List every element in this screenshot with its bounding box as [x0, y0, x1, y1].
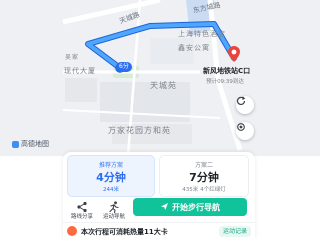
calorie-badge-icon: [67, 226, 77, 236]
sport-nav-label: 运动导航: [102, 214, 125, 220]
start-walk-navigation-label: 开始步行导航: [172, 202, 220, 212]
gaode-logo-icon: [12, 140, 19, 148]
calorie-text: 本次行程可消耗热量11大卡: [81, 228, 168, 236]
calorie-banner[interactable]: 本次行程可消耗热量11大卡 运动记录: [63, 222, 255, 240]
route-share-button[interactable]: 路线分享: [69, 198, 95, 220]
locate-button[interactable]: [236, 122, 254, 140]
start-walk-navigation-button[interactable]: 开始步行导航: [133, 198, 247, 216]
plan-card-recommended[interactable]: 推荐方案 4分钟 244米: [67, 155, 155, 197]
plan-duration: 7分钟: [189, 171, 219, 184]
plan-distance: 435米 4个红绿灯: [160, 185, 248, 193]
plan-tag: 方案二: [194, 162, 213, 169]
map-provider-logo: 高德地图: [12, 139, 49, 149]
refresh-route-button[interactable]: [236, 96, 254, 114]
sport-nav-button[interactable]: 运动导航: [101, 198, 127, 220]
sport-record-link[interactable]: 运动记录: [218, 226, 251, 237]
route-share-label: 路线分享: [70, 214, 93, 220]
district-mid-label: 天城苑: [150, 81, 177, 90]
route-eta-chip[interactable]: 6分: [116, 62, 132, 72]
destination-name: 新风地铁站C口: [203, 67, 251, 75]
plan-distance: 244米: [68, 185, 154, 193]
district-south-label: 万家花园方和苑: [108, 126, 171, 135]
plan-distance-value: 244米: [103, 187, 119, 193]
poi-ne-label: 鑫安公寓: [178, 44, 210, 52]
walk-navigation-icon: [160, 202, 169, 213]
destination-callout[interactable]: 新风地铁站C口 预计09:39到达: [203, 66, 251, 85]
walk-route-screen: 天城路 东方城路 上海特色酒店 鑫安公寓 天城苑 现代大厦 万家花园方和苑 吴家…: [0, 0, 320, 240]
district-west-label: 现代大厦: [64, 67, 96, 75]
running-icon: [108, 198, 120, 214]
map-provider-label: 高德地图: [21, 140, 49, 148]
share-icon: [76, 198, 88, 213]
route-plan-sheet: 推荐方案 4分钟 244米 方案二 7分钟 435米 4个红绿灯 路线分享 运动…: [63, 152, 255, 240]
plan-tag: 推荐方案: [98, 162, 123, 169]
plan-traffic-lights: 4个红绿灯: [200, 187, 226, 193]
map-view[interactable]: 天城路 东方城路 上海特色酒店 鑫安公寓 天城苑 现代大厦 万家花园方和苑 吴家…: [0, 0, 320, 156]
plan-distance-value: 435米: [182, 187, 199, 193]
destination-eta: 预计09:39到达: [206, 79, 244, 85]
plan-duration: 4分钟: [96, 171, 126, 184]
poi-hotel-label: 上海特色酒店: [178, 30, 226, 38]
plan-card-alt[interactable]: 方案二 7分钟 435米 4个红绿灯: [159, 155, 249, 197]
small-area-label: 吴家: [65, 54, 80, 61]
